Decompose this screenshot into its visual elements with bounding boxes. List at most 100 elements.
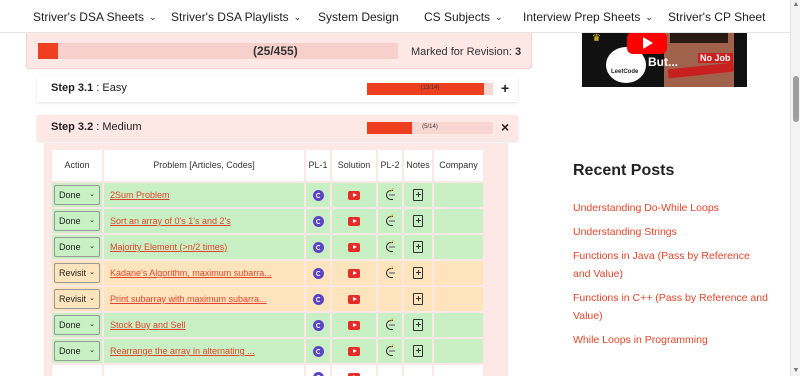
status-select[interactable]: Done ⌄ xyxy=(54,315,100,335)
action-cell: Revisit ⌄ xyxy=(52,287,102,311)
table-row: Done ⌄ Majority Element (>n/2 times) xyxy=(52,235,483,259)
codestudio-icon[interactable] xyxy=(312,189,324,201)
nav-item-cs-subjects[interactable]: CS Subjects ⌄ xyxy=(424,10,503,24)
status-value: Done xyxy=(59,216,81,226)
youtube-icon[interactable] xyxy=(348,243,360,253)
add-note-icon[interactable] xyxy=(413,319,423,331)
codestudio-icon[interactable] xyxy=(312,371,324,376)
pl2-cell[interactable] xyxy=(378,183,402,207)
action-cell: Done ⌄ xyxy=(52,209,102,233)
company-cell xyxy=(434,287,483,311)
pl2-cell xyxy=(378,287,402,311)
problem-cell: Rearrange the array in alternating ... xyxy=(104,339,304,363)
recent-posts-title: Recent Posts xyxy=(573,162,675,179)
problem-link[interactable]: Majority Element (>n/2 times) xyxy=(104,242,304,252)
leetcode-icon xyxy=(385,188,396,201)
nav-item-interview-prep[interactable]: Interview Prep Sheets ⌄ xyxy=(523,10,653,24)
action-cell: Done ⌄ xyxy=(52,183,102,207)
header-problem: Problem [Articles, Codes] xyxy=(104,150,304,181)
codestudio-icon[interactable] xyxy=(312,319,324,331)
solution-cell xyxy=(332,339,376,363)
table-row xyxy=(52,365,483,376)
chevron-down-icon: ⌄ xyxy=(89,243,95,250)
pl1-cell xyxy=(306,313,330,337)
add-note-icon[interactable] xyxy=(413,215,423,227)
problem-link[interactable]: 2Sum Problem xyxy=(104,190,304,200)
pl2-cell[interactable] xyxy=(378,209,402,233)
problem-link[interactable]: Kadane's Algorithm, maximum subarra... xyxy=(104,268,304,278)
add-note-icon[interactable] xyxy=(413,293,423,305)
chevron-down-icon: ⌄ xyxy=(89,347,95,354)
header-pl2: PL-2 xyxy=(378,150,402,181)
problem-link[interactable]: Stock Buy and Sell xyxy=(104,320,304,330)
nav-item-dsa-sheets[interactable]: Striver's DSA Sheets ⌄ xyxy=(33,10,157,24)
step-3-2-header[interactable]: Step 3.2 : Medium (5/14) × xyxy=(37,115,518,141)
pl2-cell[interactable] xyxy=(378,313,402,337)
pl1-cell xyxy=(306,261,330,285)
company-cell xyxy=(434,261,483,285)
expand-icon[interactable]: + xyxy=(501,80,509,96)
header-action: Action xyxy=(52,150,102,181)
problems-panel: Action Problem [Articles, Codes] PL-1 So… xyxy=(44,143,508,376)
status-select[interactable]: Revisit ⌄ xyxy=(54,289,100,309)
add-note-icon[interactable] xyxy=(413,267,423,279)
scroll-up-icon[interactable]: ▲ xyxy=(792,1,800,9)
youtube-icon[interactable] xyxy=(348,321,360,331)
youtube-icon[interactable] xyxy=(348,191,360,201)
nav-item-dsa-playlists[interactable]: Striver's DSA Playlists ⌄ xyxy=(171,10,301,24)
pl1-cell xyxy=(306,209,330,233)
add-note-icon[interactable] xyxy=(413,345,423,357)
pl2-cell[interactable] xyxy=(378,235,402,259)
status-select[interactable]: Done ⌄ xyxy=(54,211,100,231)
codestudio-icon[interactable] xyxy=(312,267,324,279)
thumbnail-label: No Job xyxy=(698,53,733,63)
youtube-icon[interactable] xyxy=(348,347,360,357)
pl2-cell[interactable] xyxy=(378,339,402,363)
page-scrollbar[interactable]: ▲ ▼ xyxy=(790,0,800,376)
top-navigation: Striver's DSA Sheets ⌄ Striver's DSA Play… xyxy=(0,0,790,33)
recent-post-link[interactable]: While Loops in Programming xyxy=(573,331,769,349)
codestudio-icon[interactable] xyxy=(312,293,324,305)
chevron-down-icon: ⌄ xyxy=(293,12,302,22)
youtube-icon[interactable] xyxy=(348,295,360,305)
problem-link[interactable]: Rearrange the array in alternating ... xyxy=(104,346,304,356)
pl2-cell[interactable] xyxy=(378,261,402,285)
collapse-icon[interactable]: × xyxy=(501,119,509,135)
recent-post-link[interactable]: Understanding Strings xyxy=(573,223,769,241)
problem-link[interactable]: Print subarray with maximum subarra... xyxy=(104,294,304,304)
scroll-thumb[interactable] xyxy=(793,76,799,122)
status-select[interactable]: Done ⌄ xyxy=(54,341,100,361)
add-note-icon[interactable] xyxy=(413,241,423,253)
youtube-icon[interactable] xyxy=(348,217,360,227)
youtube-icon[interactable] xyxy=(348,269,360,279)
step-3-1-header[interactable]: Step 3.1 : Easy (13/14) + xyxy=(37,76,518,102)
notes-cell xyxy=(404,261,432,285)
solution-cell xyxy=(332,209,376,233)
chevron-down-icon: ⌄ xyxy=(89,217,95,224)
marked-for-revision: Marked for Revision: 3 xyxy=(411,46,521,58)
scroll-down-icon[interactable]: ▼ xyxy=(792,367,800,375)
status-select[interactable]: Done ⌄ xyxy=(54,185,100,205)
recent-post-link[interactable]: Functions in C++ (Pass by Reference and … xyxy=(573,289,769,325)
solution-cell xyxy=(332,287,376,311)
youtube-play-icon xyxy=(627,32,667,54)
codestudio-icon[interactable] xyxy=(312,215,324,227)
codestudio-icon[interactable] xyxy=(312,345,324,357)
video-thumbnail[interactable]: ♛ LeetCode But... No Job xyxy=(582,29,747,87)
add-note-icon[interactable] xyxy=(413,189,423,201)
problem-cell: Kadane's Algorithm, maximum subarra... xyxy=(104,261,304,285)
status-select[interactable]: Done ⌄ xyxy=(54,237,100,257)
nav-item-cp-sheet[interactable]: Striver's CP Sheet xyxy=(668,10,765,24)
problem-cell: Print subarray with maximum subarra... xyxy=(104,287,304,311)
step-name: Step 3.2 xyxy=(51,121,94,133)
step-level: Medium xyxy=(102,121,142,133)
status-select[interactable]: Revisit ⌄ xyxy=(54,263,100,283)
recent-post-link[interactable]: Understanding Do-While Loops xyxy=(573,199,769,217)
codestudio-icon[interactable] xyxy=(312,241,324,253)
problem-link[interactable]: Sort an array of 0's 1's and 2's xyxy=(104,216,304,226)
status-value: Done xyxy=(59,242,81,252)
recent-post-link[interactable]: Functions in Java (Pass by Reference and… xyxy=(573,247,769,283)
step-level: Easy xyxy=(102,82,127,94)
nav-item-system-design[interactable]: System Design xyxy=(318,10,399,24)
leetcode-icon xyxy=(385,266,396,279)
